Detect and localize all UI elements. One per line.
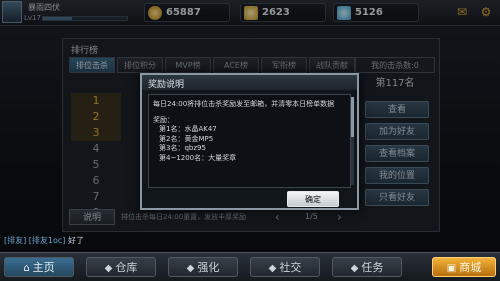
shop-icon: ▣: [446, 263, 457, 274]
nav-tasks-label: 任务: [361, 261, 384, 274]
home-icon: ⌂: [23, 263, 30, 274]
nav-warehouse-label: 仓库: [115, 261, 138, 274]
bottom-nav: ⌂ 主页 ◆ 仓库 ◆ 强化 ◆ 社交 ◆ 任务 ▣ 商城: [0, 252, 500, 281]
modal-scrollbar[interactable]: [351, 97, 354, 185]
reward-item: 第4~1200名：大量奖章: [159, 153, 237, 162]
chat-speaker: [排友1oc]: [28, 236, 66, 245]
warehouse-icon: ◆: [104, 263, 113, 274]
nav-social-label: 社交: [279, 261, 302, 274]
modal-header: 奖励说明: [142, 75, 357, 90]
tasks-icon: ◆: [350, 263, 359, 274]
nav-enhance[interactable]: ◆ 强化: [168, 257, 238, 277]
nav-home-label: 主页: [32, 261, 55, 274]
modal-scroll-thumb[interactable]: [351, 97, 354, 137]
nav-shop-label: 商城: [459, 261, 482, 274]
reward-title: 奖励：: [153, 116, 174, 124]
nav-social[interactable]: ◆ 社交: [250, 257, 320, 277]
confirm-button[interactable]: 确定: [287, 191, 339, 207]
reward-modal: 奖励说明 每日24:00将排位击杀奖励发至邮箱，并清零本日榜单数据 奖励： 第1…: [140, 73, 359, 210]
chat-line[interactable]: [排友] [排友1oc] 好了: [4, 235, 84, 246]
enhance-icon: ◆: [186, 263, 195, 274]
nav-enhance-label: 强化: [197, 261, 220, 274]
modal-title: 奖励说明: [148, 80, 185, 90]
social-icon: ◆: [268, 263, 277, 274]
modal-body[interactable]: 每日24:00将排位击杀奖励发至邮箱，并清零本日榜单数据 奖励： 第1名：水晶A…: [148, 94, 351, 188]
chat-channel: [排友]: [4, 236, 27, 245]
nav-home[interactable]: ⌂ 主页: [4, 257, 74, 277]
nav-shop[interactable]: ▣ 商城: [432, 257, 496, 277]
reward-item: 第2名：黄金MP5: [159, 134, 214, 143]
modal-description: 每日24:00将排位击杀奖励发至邮箱，并清零本日榜单数据: [153, 100, 335, 108]
reward-item: 第3名：qbz95: [159, 144, 206, 152]
nav-tasks[interactable]: ◆ 任务: [332, 257, 402, 277]
nav-warehouse[interactable]: ◆ 仓库: [86, 257, 156, 277]
reward-item: 第1名：水晶AK47: [159, 125, 217, 133]
chat-text: 好了: [67, 236, 84, 245]
